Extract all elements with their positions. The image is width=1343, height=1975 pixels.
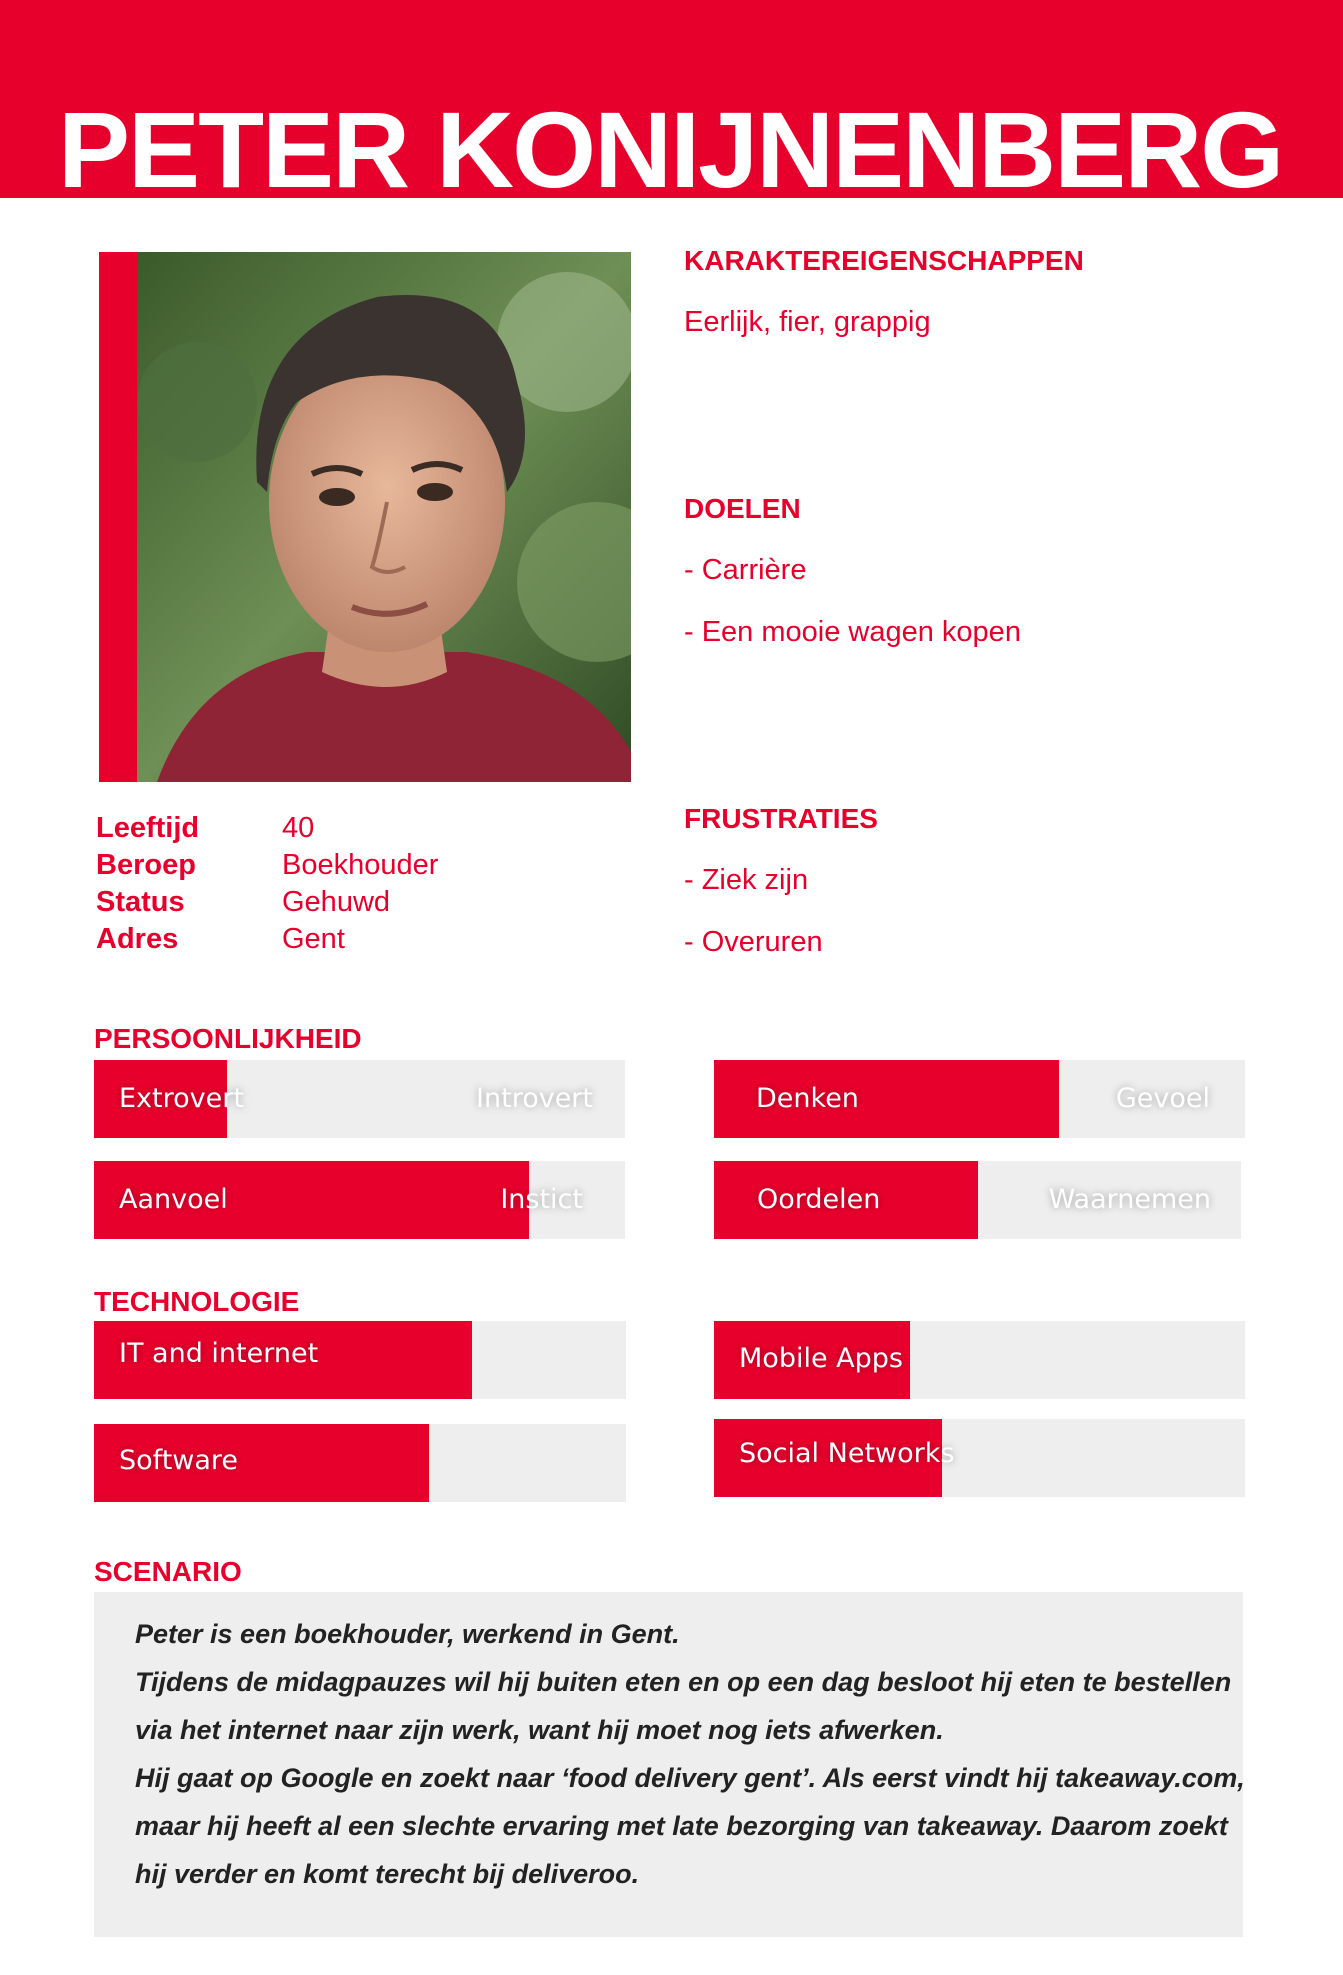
goals-title: DOELEN: [684, 493, 801, 524]
bar-right-label: Waarnemen: [1048, 1184, 1211, 1215]
bar-left-label: Aanvoel: [119, 1184, 228, 1215]
personality-bar-aanvoel: Aanvoel Instict: [94, 1161, 625, 1239]
bar-label: Software: [119, 1445, 239, 1476]
info-value-job: Boekhouder: [282, 849, 439, 881]
tech-bar-mobile-apps: Mobile Apps: [714, 1321, 1245, 1399]
info-label-status: Status: [96, 886, 185, 918]
header-banner: PETER KONIJNENBERG: [0, 0, 1343, 198]
frustration-item: - Overuren: [684, 926, 823, 958]
goal-item: - Carrière: [684, 554, 807, 586]
traits-title: KARAKTEREIGENSCHAPPEN: [684, 245, 1084, 276]
bar-right-label: Introvert: [476, 1083, 593, 1114]
photo-accent-bar: [99, 252, 137, 782]
scenario-line: maar hij heeft al een slechte ervaring m…: [135, 1811, 1228, 1841]
scenario-title: SCENARIO: [94, 1556, 242, 1587]
bar-right-label: Instict: [500, 1184, 583, 1215]
tech-bar-social-networks: Social Networks: [714, 1419, 1245, 1497]
bar-right-label: Gevoel: [1115, 1083, 1210, 1114]
scenario-line: Peter is een boekhouder, werkend in Gent…: [135, 1619, 680, 1649]
persona-photo: [137, 252, 631, 782]
personality-bar-extrovert: Extrovert Introvert: [94, 1060, 625, 1138]
frustrations-title: FRUSTRATIES: [684, 803, 878, 834]
scenario-line: Tijdens de midagpauzes wil hij buiten et…: [135, 1667, 1232, 1697]
info-label-age: Leeftijd: [96, 812, 200, 844]
scenario-line: Hij gaat op Google en zoekt naar ‘food d…: [135, 1763, 1245, 1793]
goal-item: - Een mooie wagen kopen: [684, 616, 1021, 648]
bar-left-label: Extrovert: [119, 1083, 244, 1114]
info-label-address: Adres: [96, 923, 179, 955]
frustration-item: - Ziek zijn: [684, 864, 809, 896]
bar-left-label: Denken: [756, 1083, 859, 1114]
portrait-illustration: [137, 252, 631, 782]
tech-bar-internet: IT and internet: [94, 1321, 626, 1399]
scenario-line: hij verder en komt terecht bij deliveroo…: [135, 1859, 640, 1889]
personality-title: PERSOONLIJKHEID: [94, 1023, 362, 1054]
info-value-address: Gent: [282, 923, 345, 955]
info-value-age: 40: [282, 812, 315, 844]
bar-left-label: Oordelen: [757, 1184, 881, 1215]
persona-name: PETER KONIJNENBERG: [58, 89, 1284, 199]
info-label-job: Beroep: [96, 849, 196, 881]
personality-bar-denken: Denken Gevoel: [714, 1060, 1245, 1138]
bar-label: Mobile Apps: [739, 1343, 903, 1374]
bar-label: Social Networks: [739, 1438, 955, 1469]
bar-label: IT and internet: [119, 1338, 319, 1369]
info-value-status: Gehuwd: [282, 886, 391, 918]
technology-title: TECHNOLOGIE: [94, 1286, 300, 1317]
tech-bar-software: Software: [94, 1424, 626, 1502]
personality-bar-oordelen: Oordelen Waarnemen: [714, 1161, 1241, 1239]
traits-text: Eerlijk, fier, grappig: [684, 306, 931, 338]
scenario-line: via het internet naar zijn werk, want hi…: [135, 1715, 944, 1745]
